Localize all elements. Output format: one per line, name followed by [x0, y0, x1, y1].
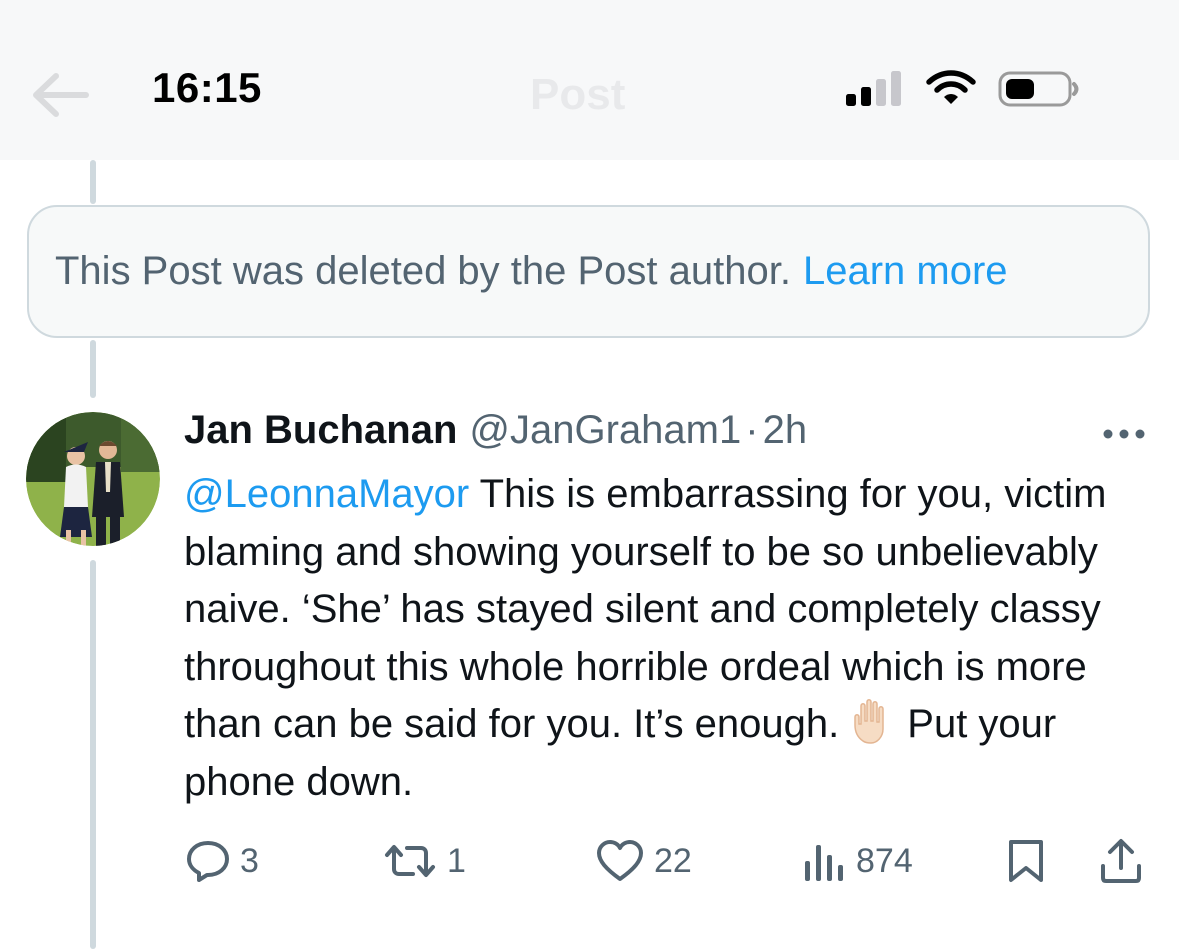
views-icon	[805, 845, 843, 881]
thread-line	[90, 560, 96, 949]
share-icon	[1101, 839, 1141, 883]
more-icon[interactable]	[1096, 414, 1152, 454]
user-handle[interactable]: @JanGraham1	[469, 408, 741, 452]
share-button[interactable]	[1098, 838, 1144, 884]
deleted-post-notice: This Post was deleted by the Post author…	[27, 205, 1150, 338]
repost-icon	[385, 845, 435, 877]
repost-button[interactable]: 1	[383, 838, 466, 884]
tweet-text: @LeonnaMayor This is embarrassing for yo…	[184, 466, 1134, 811]
learn-more-link[interactable]: Learn more	[803, 249, 1008, 294]
tweet-header: Jan Buchanan @JanGraham1 · 2h	[184, 408, 807, 453]
like-icon	[597, 840, 643, 881]
views-button[interactable]: 874	[802, 838, 913, 884]
status-time: 16:15	[152, 64, 262, 111]
bookmark-icon	[1009, 840, 1043, 882]
deleted-notice-text: This Post was deleted by the Post author…	[55, 249, 791, 293]
thread-line	[90, 340, 96, 398]
like-count: 22	[654, 841, 692, 880]
nav-title: Post	[530, 70, 626, 119]
repost-count: 1	[447, 841, 466, 880]
raised-hand-emoji	[854, 699, 885, 744]
wifi-icon	[926, 70, 976, 104]
like-button[interactable]: 22	[596, 838, 692, 884]
bookmark-button[interactable]	[1006, 838, 1046, 884]
battery-icon	[998, 71, 1079, 107]
separator-dot: ·	[745, 408, 759, 452]
top-bar: Post 16:15	[0, 0, 1179, 160]
reply-count: 3	[240, 841, 259, 880]
reply-icon	[187, 841, 229, 882]
mention-link[interactable]: @LeonnaMayor	[184, 472, 469, 516]
thread-line	[90, 160, 96, 204]
avatar[interactable]	[26, 412, 160, 546]
views-count: 874	[856, 841, 913, 880]
post-age[interactable]: 2h	[763, 408, 808, 452]
back-arrow-icon[interactable]	[30, 70, 90, 120]
signal-icon	[846, 71, 901, 106]
reply-button[interactable]: 3	[186, 838, 259, 884]
display-name[interactable]: Jan Buchanan	[184, 408, 457, 452]
